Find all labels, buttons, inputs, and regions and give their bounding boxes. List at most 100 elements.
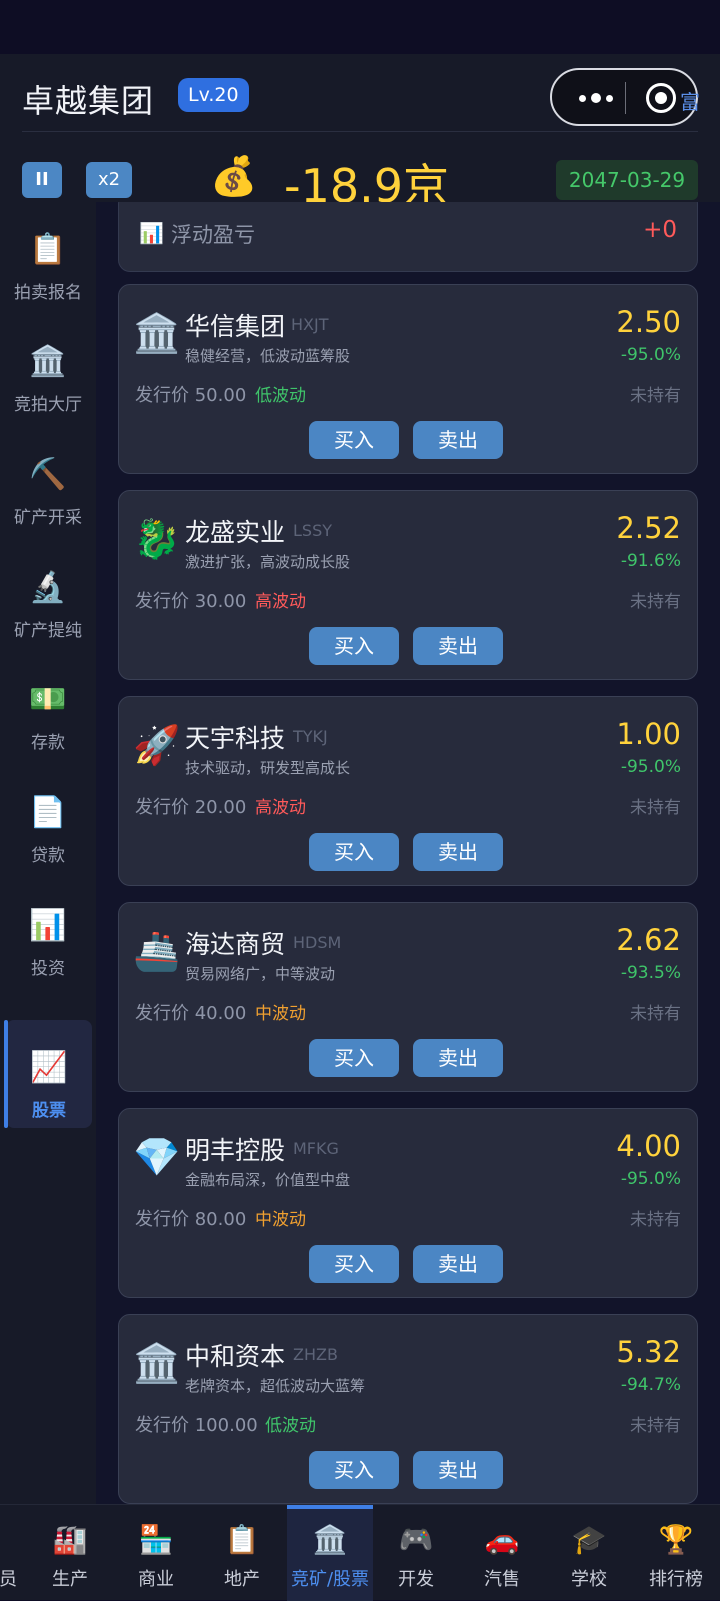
sidebar-item-label: 贷款: [31, 846, 65, 866]
sidebar-item-auction-hall[interactable]: 🏛️ 竞拍大厅: [0, 314, 96, 422]
trend-chart-icon: 📈: [30, 1050, 68, 1085]
stock-code: LSSY: [293, 521, 332, 540]
tab-label: 开发: [398, 1569, 434, 1590]
microscope-icon: 🔬: [29, 570, 67, 605]
sidebar-item-deposit[interactable]: 💵 存款: [0, 652, 96, 760]
factory-icon: 🏭: [52, 1523, 88, 1556]
gamepad-icon: 🎮: [398, 1523, 434, 1556]
volatility-tag: 低波动: [255, 386, 306, 406]
tab-school[interactable]: 🎓 学校: [546, 1505, 632, 1601]
sidebar-item-mining[interactable]: ⛏️ 矿产开采: [0, 427, 96, 535]
sell-button[interactable]: 卖出: [413, 627, 503, 665]
pause-button[interactable]: II: [22, 162, 62, 198]
stock-name: 中和资本: [185, 1342, 286, 1371]
buy-button[interactable]: 买入: [309, 833, 399, 871]
money-bag-icon: 💰: [210, 154, 258, 198]
bar-chart-icon: 📊: [139, 221, 164, 245]
diamond-icon: 💎: [133, 1135, 181, 1179]
document-icon: 📄: [29, 795, 67, 830]
stock-code: ZHZB: [293, 1345, 338, 1364]
miniprogram-capsule: 富: [550, 68, 700, 126]
sidebar-item-label: 投资: [31, 959, 65, 979]
stock-code: MFKG: [293, 1139, 339, 1158]
close-target-icon[interactable]: [646, 83, 676, 113]
overlapped-title-text: 富: [680, 90, 700, 114]
sidebar-item-label: 股票: [32, 1101, 66, 1121]
sell-button[interactable]: 卖出: [413, 1245, 503, 1283]
issue-price: 发行价 20.00: [135, 797, 247, 818]
sidebar-item-label: 竞拍大厅: [14, 395, 82, 415]
sidebar-item-auction-signup[interactable]: 📋 拍卖报名: [0, 202, 96, 310]
sell-button[interactable]: 卖出: [413, 1039, 503, 1077]
stock-code: TYKJ: [293, 727, 328, 746]
tab-label: 商业: [138, 1569, 174, 1590]
stock-name: 华信集团: [185, 312, 286, 341]
tab-mining-stocks[interactable]: 🏛️ 竞矿/股票: [287, 1505, 373, 1601]
speed-button[interactable]: x2: [86, 162, 132, 198]
sell-button[interactable]: 卖出: [413, 1451, 503, 1489]
sidebar-item-label: 矿产提纯: [14, 621, 82, 641]
stock-name: 海达商贸: [185, 930, 286, 959]
issue-price: 发行价 50.00: [135, 385, 247, 406]
issue-price: 发行价 80.00: [135, 1209, 247, 1230]
tab-label: 学校: [571, 1569, 607, 1590]
classical-building-icon: 🏛️: [133, 1341, 181, 1385]
buy-button[interactable]: 买入: [309, 1451, 399, 1489]
app-header: 卓越集团 Lv.20 富: [0, 54, 720, 132]
pickaxe-icon: ⛏️: [29, 457, 67, 492]
stock-change: -93.5%: [620, 963, 681, 983]
tab-production[interactable]: 🏭 生产: [27, 1505, 113, 1601]
stock-description: 金融布局深，价值型中盘: [185, 1171, 351, 1189]
volatility-tag: 高波动: [255, 592, 306, 612]
stock-code: HXJT: [291, 315, 329, 334]
tab-development[interactable]: 🎮 开发: [373, 1505, 459, 1601]
graduation-cap-icon: 🎓: [571, 1523, 607, 1556]
stock-card: 💎 明丰控股 MFKG 金融布局深，价值型中盘 4.00 -95.0% 发行价 …: [118, 1108, 698, 1298]
bank-building-icon: 🏛️: [312, 1523, 348, 1556]
car-icon: 🚗: [484, 1523, 520, 1556]
more-options-icon[interactable]: [572, 84, 620, 112]
sidebar-item-refining[interactable]: 🔬 矿产提纯: [0, 540, 96, 648]
cash-icon: 💵: [29, 682, 67, 717]
sidebar-item-label: 拍卖报名: [14, 283, 82, 303]
bar-chart-icon: 📊: [29, 908, 67, 943]
volatility-tag: 中波动: [255, 1004, 306, 1024]
tab-commerce[interactable]: 🏪 商业: [113, 1505, 199, 1601]
stock-name: 明丰控股: [185, 1136, 286, 1165]
tab-label: 汽售: [484, 1569, 520, 1590]
stock-price: 2.62: [616, 923, 681, 957]
sell-button[interactable]: 卖出: [413, 421, 503, 459]
holding-status: 未持有: [630, 592, 681, 612]
tab-label: 生产: [52, 1569, 88, 1590]
sell-button[interactable]: 卖出: [413, 833, 503, 871]
game-toolbar: II x2 💰 -18.9京 2047-03-29: [0, 132, 720, 213]
tab-leaderboard[interactable]: 🏆 排行榜: [633, 1505, 719, 1601]
holding-status: 未持有: [630, 1416, 681, 1436]
buy-button[interactable]: 买入: [309, 421, 399, 459]
sidebar-item-label: 存款: [31, 733, 65, 753]
sidebar-item-loan[interactable]: 📄 贷款: [0, 765, 96, 873]
company-title: 卓越集团: [22, 82, 155, 120]
buy-button[interactable]: 买入: [309, 1245, 399, 1283]
stock-price: 1.00: [616, 717, 681, 751]
buy-button[interactable]: 买入: [309, 627, 399, 665]
sidebar-item-investment[interactable]: 📊 投资: [0, 878, 96, 986]
bank-building-icon: 🏛️: [133, 311, 181, 355]
stock-price: 2.52: [616, 511, 681, 545]
sidebar-item-stocks[interactable]: 📈 股票: [4, 1020, 92, 1128]
stock-name: 龙盛实业: [185, 518, 286, 547]
tab-car-sales[interactable]: 🚗 汽售: [459, 1505, 545, 1601]
issue-price: 发行价 40.00: [135, 1003, 247, 1024]
rocket-icon: 🚀: [133, 723, 181, 767]
dragon-icon: 🐉: [133, 517, 181, 561]
buy-button[interactable]: 买入: [309, 1039, 399, 1077]
stock-price: 4.00: [616, 1129, 681, 1163]
stock-name: 天宇科技: [185, 724, 286, 753]
pnl-label: 浮动盈亏: [171, 223, 255, 247]
ship-icon: 🚢: [133, 929, 181, 973]
tab-real-estate[interactable]: 📋 地产: [199, 1505, 285, 1601]
stock-description: 老牌资本，超低波动大蓝筹: [185, 1377, 366, 1395]
stock-list-panel[interactable]: 📊 浮动盈亏 +0 🏛️ 华信集团 HXJT 稳健经营，低波动蓝筹股 2.50 …: [96, 202, 720, 1504]
stock-change: -94.7%: [620, 1375, 681, 1395]
store-icon: 🏪: [138, 1523, 174, 1556]
